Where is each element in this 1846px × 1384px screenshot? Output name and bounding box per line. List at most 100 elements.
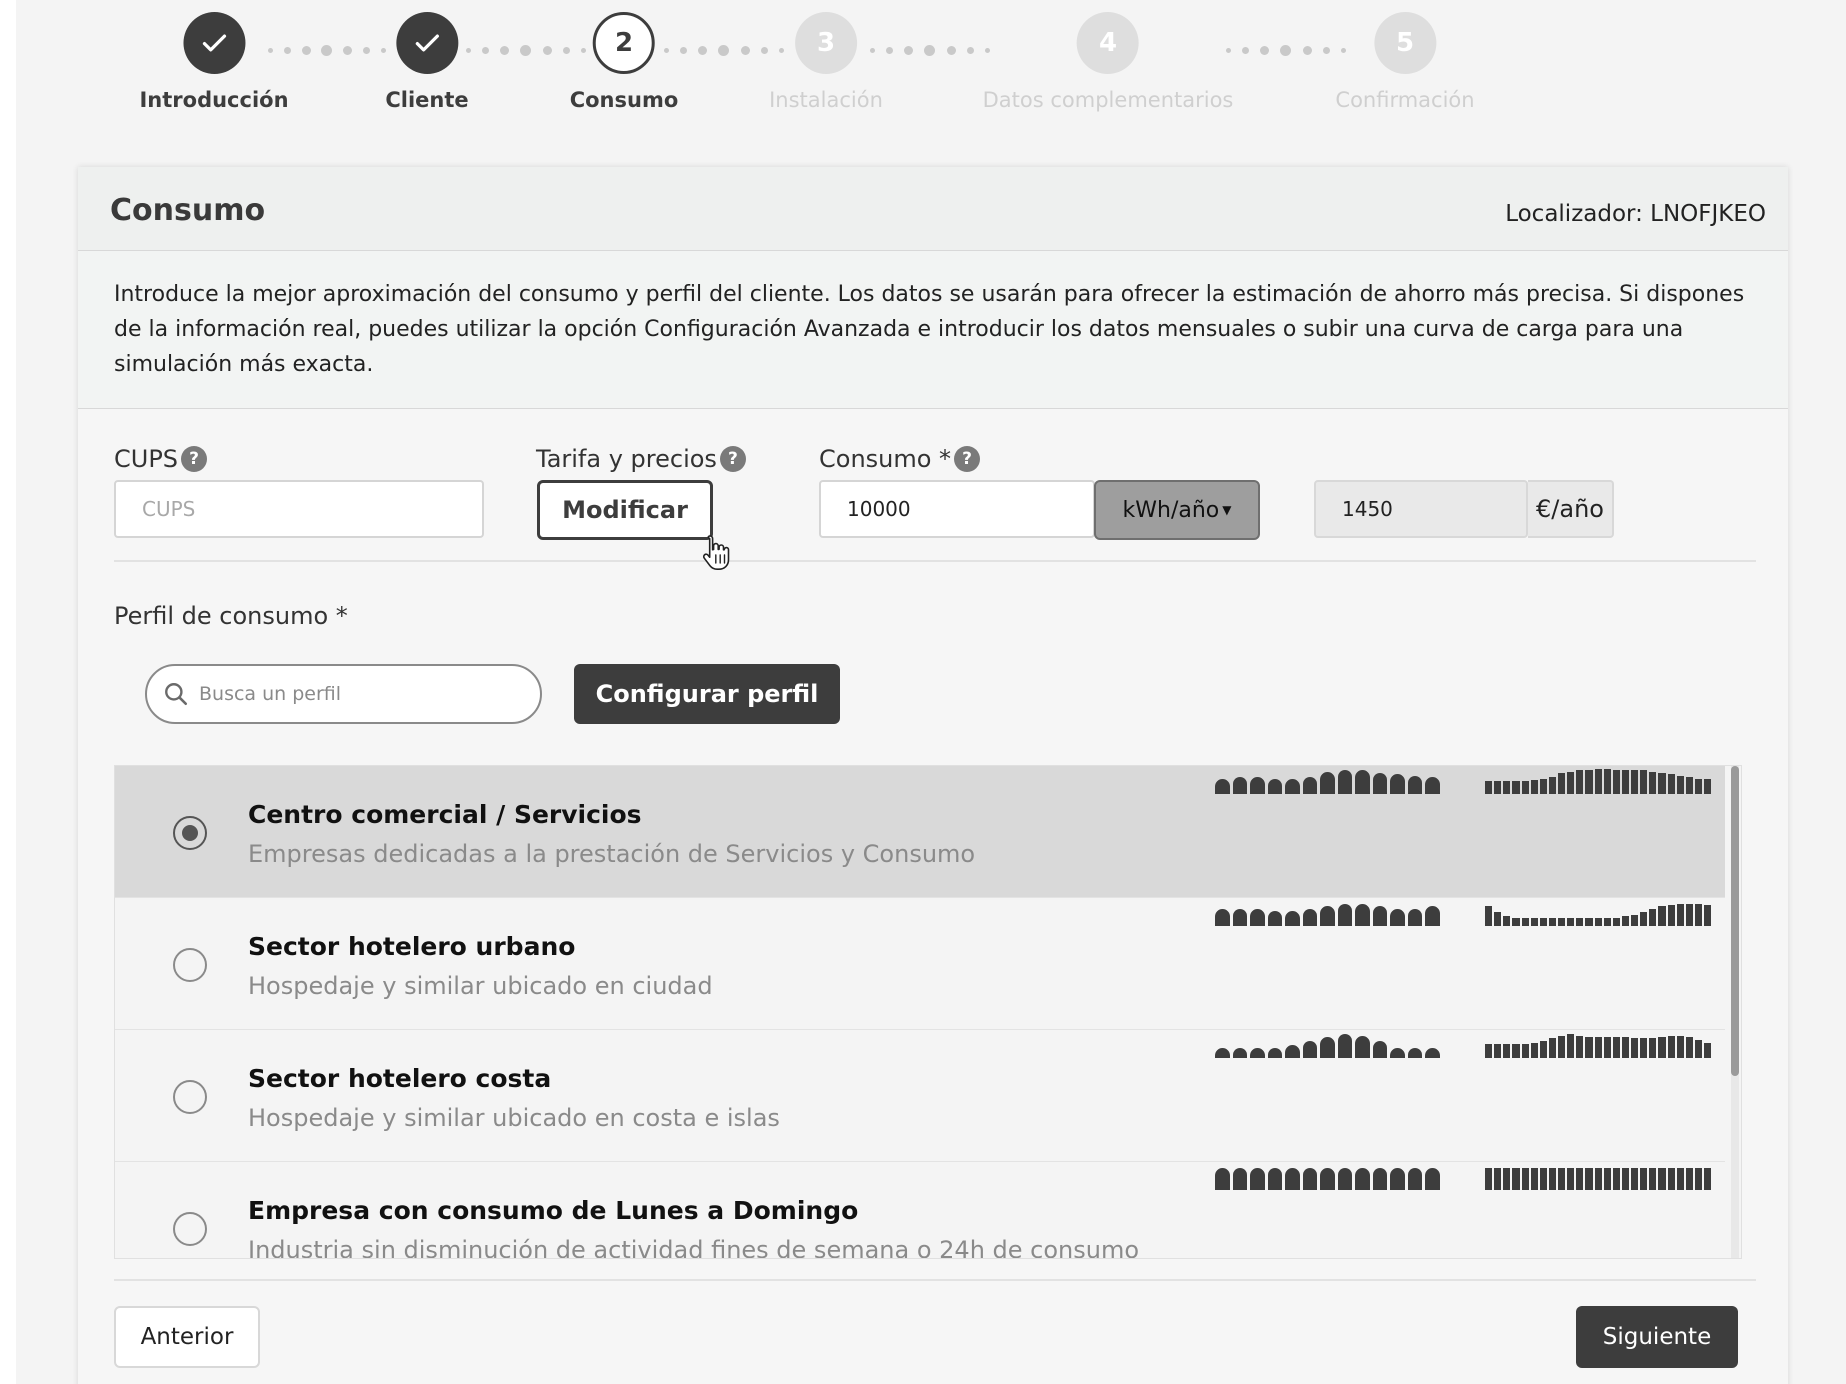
- profile-bar: [1302, 909, 1318, 926]
- radio-button[interactable]: [173, 1080, 207, 1114]
- profile-search-input[interactable]: Busca un perfil: [145, 664, 542, 724]
- search-placeholder: Busca un perfil: [199, 683, 342, 705]
- next-button[interactable]: Siguiente: [1576, 1306, 1738, 1368]
- previous-button[interactable]: Anterior: [114, 1306, 260, 1368]
- unit-dropdown[interactable]: kWh/año ▼: [1094, 480, 1260, 540]
- modify-tariff-button[interactable]: Modificar: [537, 480, 713, 540]
- profile-bar: [1372, 773, 1388, 794]
- monthly-profile-chart: [1215, 1030, 1440, 1058]
- profile-bar: [1232, 1048, 1248, 1058]
- consumption-input[interactable]: 10000: [819, 480, 1095, 538]
- profile-bar: [1407, 1168, 1423, 1190]
- cost-output: 1450: [1314, 480, 1528, 538]
- profile-bar: [1576, 770, 1584, 794]
- profile-bar: [1694, 1168, 1702, 1190]
- step-consumo[interactable]: 2 Consumo: [569, 12, 679, 112]
- profile-bar: [1676, 776, 1684, 794]
- profile-bar: [1640, 912, 1648, 926]
- profile-bar: [1640, 1038, 1648, 1058]
- profile-bar: [1425, 906, 1440, 926]
- hourly-profile-chart: [1485, 1162, 1712, 1190]
- profile-bar: [1390, 909, 1405, 926]
- profile-bar: [1337, 1034, 1353, 1058]
- configure-profile-button[interactable]: Configurar perfil: [574, 664, 840, 724]
- profile-bar: [1676, 1168, 1684, 1190]
- profile-bar: [1494, 1168, 1502, 1190]
- profile-bar: [1585, 918, 1593, 926]
- radio-button[interactable]: [173, 816, 207, 850]
- step-datos-complementarios: 4 Datos complementarios: [983, 12, 1233, 112]
- profile-list: Centro comercial / Servicios Empresas de…: [114, 765, 1742, 1259]
- profile-bar: [1585, 1037, 1593, 1058]
- profile-bar: [1337, 904, 1353, 926]
- profile-bar: [1558, 918, 1566, 926]
- step-cliente[interactable]: Cliente: [385, 12, 469, 112]
- profile-bar: [1548, 1168, 1556, 1190]
- help-icon[interactable]: ?: [719, 446, 746, 472]
- tarifa-label-group: Tarifa y precios ?: [536, 445, 746, 473]
- profile-bar: [1704, 1043, 1712, 1058]
- radio-button[interactable]: [173, 948, 207, 982]
- profile-bar: [1594, 1168, 1602, 1190]
- help-icon[interactable]: ?: [954, 446, 981, 472]
- hourly-profile-chart: [1485, 898, 1712, 926]
- step-introduccion[interactable]: Introducción: [139, 12, 289, 112]
- profile-title: Sector hotelero urbano: [248, 932, 576, 961]
- profile-bar: [1355, 904, 1370, 926]
- profile-bar: [1302, 1168, 1318, 1190]
- consumo-label: Consumo *: [819, 445, 952, 473]
- profile-bar: [1658, 906, 1666, 926]
- profile-bar: [1285, 1045, 1300, 1058]
- profile-row-hotelero-urbano[interactable]: Sector hotelero urbano Hospedaje y simil…: [115, 898, 1725, 1030]
- profile-bar: [1704, 905, 1712, 926]
- profile-bar: [1521, 1168, 1529, 1190]
- profile-bar: [1215, 779, 1230, 794]
- profile-bar: [1425, 1048, 1440, 1058]
- profile-title: Sector hotelero costa: [248, 1064, 552, 1093]
- profile-bar: [1603, 1168, 1611, 1190]
- monthly-profile-chart: [1215, 898, 1440, 926]
- radio-dot: [182, 825, 198, 841]
- profile-bar: [1512, 1168, 1520, 1190]
- profile-bar: [1530, 918, 1538, 926]
- profile-bar: [1215, 909, 1230, 926]
- cups-input[interactable]: CUPS: [114, 480, 484, 538]
- profile-description: Hospedaje y similar ubicado en ciudad: [248, 972, 713, 1000]
- profile-bar: [1567, 918, 1575, 926]
- profile-bar: [1649, 772, 1657, 794]
- help-icon[interactable]: ?: [181, 446, 208, 472]
- profile-bar: [1320, 906, 1335, 926]
- radio-button[interactable]: [173, 1212, 207, 1246]
- step-label: Consumo: [569, 88, 679, 112]
- profile-bar: [1685, 1037, 1693, 1058]
- profile-label: Perfil de consumo *: [114, 602, 348, 630]
- caret-down-icon: ▼: [1222, 503, 1232, 517]
- scrollbar-thumb[interactable]: [1731, 766, 1739, 1076]
- profile-bar: [1667, 774, 1675, 794]
- profile-bar: [1694, 1040, 1702, 1058]
- profile-bar: [1390, 1168, 1405, 1190]
- profile-row-hotelero-costa[interactable]: Sector hotelero costa Hospedaje y simila…: [115, 1030, 1725, 1162]
- profile-bar: [1425, 777, 1440, 794]
- profile-bar: [1302, 777, 1318, 794]
- divider: [114, 560, 1756, 562]
- step-circle: 5: [1374, 12, 1436, 74]
- profile-bar: [1594, 769, 1602, 794]
- profile-bar: [1530, 1043, 1538, 1058]
- profile-row-lunes-domingo[interactable]: Empresa con consumo de Lunes a Domingo I…: [115, 1162, 1725, 1258]
- wizard-stepper: Introducción Cliente 2 Consumo 3 Instala…: [0, 0, 1846, 120]
- profile-bar: [1503, 1044, 1511, 1058]
- profile-bar: [1631, 1038, 1639, 1058]
- profile-bar: [1631, 770, 1639, 794]
- profile-bar: [1485, 1168, 1493, 1190]
- profile-bar: [1539, 1168, 1547, 1190]
- profile-bar: [1621, 916, 1629, 926]
- profile-bar: [1631, 915, 1639, 926]
- profile-description: Empresas dedicadas a la prestación de Se…: [248, 840, 976, 868]
- profile-bar: [1649, 1168, 1657, 1190]
- profile-bar: [1320, 772, 1335, 794]
- profile-bar: [1512, 918, 1520, 926]
- profile-row-centro-comercial[interactable]: Centro comercial / Servicios Empresas de…: [115, 766, 1725, 898]
- profile-bar: [1694, 779, 1702, 794]
- profile-bar: [1685, 1168, 1693, 1190]
